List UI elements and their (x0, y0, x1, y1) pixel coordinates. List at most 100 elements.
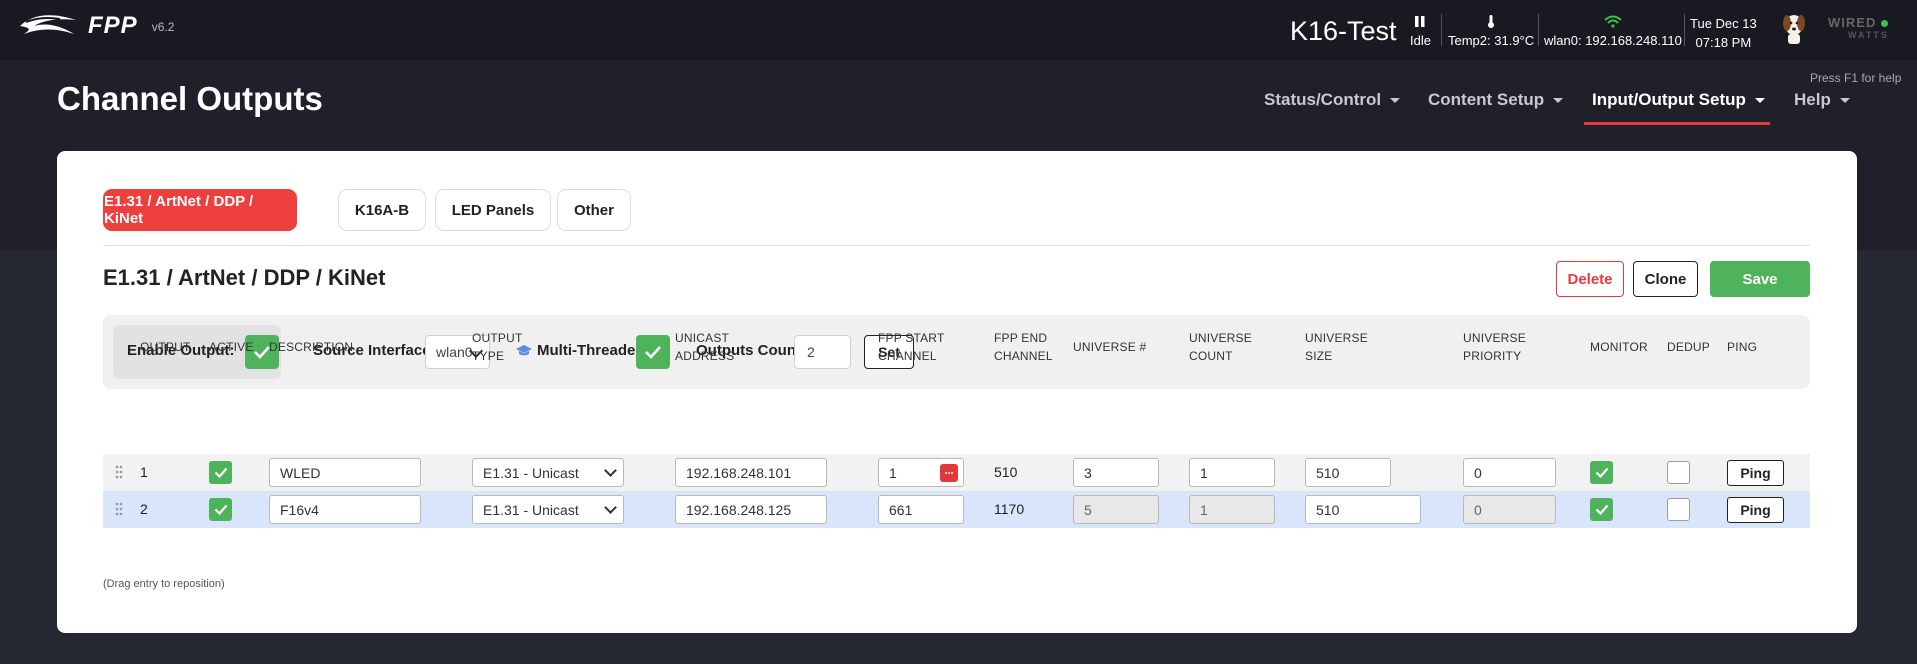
player-status[interactable]: Idle (1410, 13, 1431, 48)
fpp-logo[interactable]: FPP v6.2 (18, 12, 174, 40)
drag-handle-icon[interactable] (115, 465, 123, 479)
universe-count-input: 1 (1189, 495, 1275, 524)
universe-size-input[interactable]: 510 (1305, 495, 1421, 524)
wifi-icon (1544, 13, 1682, 29)
dedup-checkbox[interactable] (1667, 498, 1690, 521)
help-hint: Press F1 for help (1810, 71, 1902, 85)
universe-size-input[interactable]: 510 (1305, 458, 1391, 487)
header-line: UNIVERSE (1463, 331, 1526, 345)
chevron-down-icon (1839, 97, 1850, 103)
table-row[interactable]: 1 WLED E1.31 - Unicast 192.168.248.101 1… (103, 454, 1810, 491)
online-indicator-icon (1881, 20, 1888, 27)
check-icon (645, 346, 661, 359)
check-icon (214, 467, 227, 478)
multi-threaded-checkbox[interactable] (636, 335, 670, 369)
wired-watts-logo: WIRED WATTS (1828, 15, 1889, 41)
clone-button[interactable]: Clone (1633, 261, 1698, 297)
header-line: FPP END (994, 331, 1048, 345)
ping-button[interactable]: Ping (1727, 497, 1784, 523)
universe-count-input[interactable]: 1 (1189, 458, 1275, 487)
tab-k16a-b[interactable]: K16A-B (338, 189, 426, 231)
mascot-dog-icon (1779, 11, 1809, 50)
delete-button[interactable]: Delete (1556, 261, 1624, 297)
start-channel-input[interactable]: 661 (878, 495, 964, 524)
output-type-select[interactable]: E1.31 - Unicast (472, 458, 624, 487)
header-output: OUTPUT (140, 340, 191, 354)
source-interface-value: wlan0 (436, 344, 473, 360)
drag-handle-icon[interactable] (115, 502, 123, 516)
tabs-divider (103, 245, 1810, 246)
chevron-down-icon (1390, 97, 1401, 103)
universe-priority-input[interactable]: 0 (1463, 458, 1556, 487)
thermometer-icon (1448, 13, 1534, 29)
end-channel: 1170 (994, 501, 1025, 517)
nav-help[interactable]: Help (1794, 90, 1850, 110)
unicast-address-input[interactable]: 192.168.248.125 (675, 495, 827, 524)
top-header: FPP v6.2 K16-Test Idle Temp2: 31.9°C wla… (0, 0, 1917, 60)
multi-threaded-label: Multi-Threaded: (537, 342, 650, 359)
nav-label: Status/Control (1264, 90, 1382, 109)
header-line: FPP START (878, 331, 945, 345)
start-channel-value: 1 (889, 464, 897, 481)
nav-active-underline (1584, 122, 1770, 125)
page-title: Channel Outputs (57, 80, 323, 117)
pause-icon (1410, 13, 1431, 29)
end-channel: 510 (994, 464, 1018, 480)
drag-hint: (Drag entry to reposition) (103, 578, 225, 590)
tab-e131-artnet-ddp-kinet[interactable]: E1.31 / ArtNet / DDP / KiNet (103, 189, 297, 231)
brand-top-text: WIRED (1828, 15, 1877, 30)
status-idle-label: Idle (1410, 33, 1431, 48)
time-label: 07:18 PM (1695, 35, 1752, 50)
channel-outputs-card: E1.31 / ArtNet / DDP / KiNet K16A-B LED … (57, 151, 1857, 633)
table-row[interactable]: 2 F16v4 E1.31 - Unicast 192.168.248.125 … (103, 491, 1810, 528)
check-icon (214, 504, 227, 515)
dedup-checkbox[interactable] (1667, 461, 1690, 484)
tab-led-panels[interactable]: LED Panels (435, 189, 551, 231)
universe-input: 5 (1073, 495, 1159, 524)
active-checkbox[interactable] (209, 498, 232, 521)
header-universe-size: UNIVERSE SIZE (1305, 329, 1368, 365)
monitor-checkbox[interactable] (1590, 498, 1613, 521)
fpp-bird-icon (20, 15, 76, 34)
tab-other[interactable]: Other (557, 189, 631, 231)
outputs-count-input[interactable]: 2 (794, 335, 851, 369)
header-active: ACTIVE (209, 340, 254, 354)
output-number: 2 (140, 501, 148, 517)
chevron-down-icon (604, 501, 617, 514)
wifi-label: wlan0: 192.168.248.110 (1544, 33, 1682, 48)
nav-status-control[interactable]: Status/Control (1264, 90, 1401, 110)
header-line: ADDRESS (675, 349, 735, 363)
output-type-select[interactable]: E1.31 - Unicast (472, 495, 624, 524)
header-description: DESCRIPTION (269, 340, 354, 354)
check-icon (1595, 504, 1608, 515)
date-label: Tue Dec 13 (1690, 16, 1757, 31)
nav-label: Input/Output Setup (1592, 90, 1746, 109)
ping-button[interactable]: Ping (1727, 460, 1784, 486)
status-divider (1538, 14, 1539, 46)
status-divider (1441, 14, 1442, 46)
more-options-icon[interactable] (940, 464, 958, 482)
header-line: UNICAST (675, 331, 730, 345)
header-universe: UNIVERSE # (1073, 340, 1147, 354)
start-channel-input[interactable]: 1 (878, 458, 964, 487)
status-divider (1684, 14, 1685, 46)
chevron-down-icon (1754, 97, 1765, 103)
output-number: 1 (140, 464, 148, 480)
active-checkbox[interactable] (209, 461, 232, 484)
header-line: COUNT (1189, 349, 1233, 363)
unicast-address-input[interactable]: 192.168.248.101 (675, 458, 827, 487)
description-input[interactable]: WLED (269, 458, 421, 487)
header-fpp-end-channel: FPP END CHANNEL (994, 329, 1053, 365)
header-universe-count: UNIVERSE COUNT (1189, 329, 1252, 365)
nav-content-setup[interactable]: Content Setup (1428, 90, 1564, 110)
universe-input[interactable]: 3 (1073, 458, 1159, 487)
header-universe-priority: UNIVERSE PRIORITY (1463, 329, 1526, 365)
output-type-value: E1.31 - Unicast (483, 501, 579, 518)
description-input[interactable]: F16v4 (269, 495, 421, 524)
header-line: TYPE (472, 349, 505, 363)
save-button[interactable]: Save (1710, 261, 1810, 297)
header-line: CHANNEL (878, 349, 937, 363)
chevron-down-icon (604, 464, 617, 477)
monitor-checkbox[interactable] (1590, 461, 1613, 484)
nav-input-output-setup[interactable]: Input/Output Setup (1592, 90, 1765, 110)
